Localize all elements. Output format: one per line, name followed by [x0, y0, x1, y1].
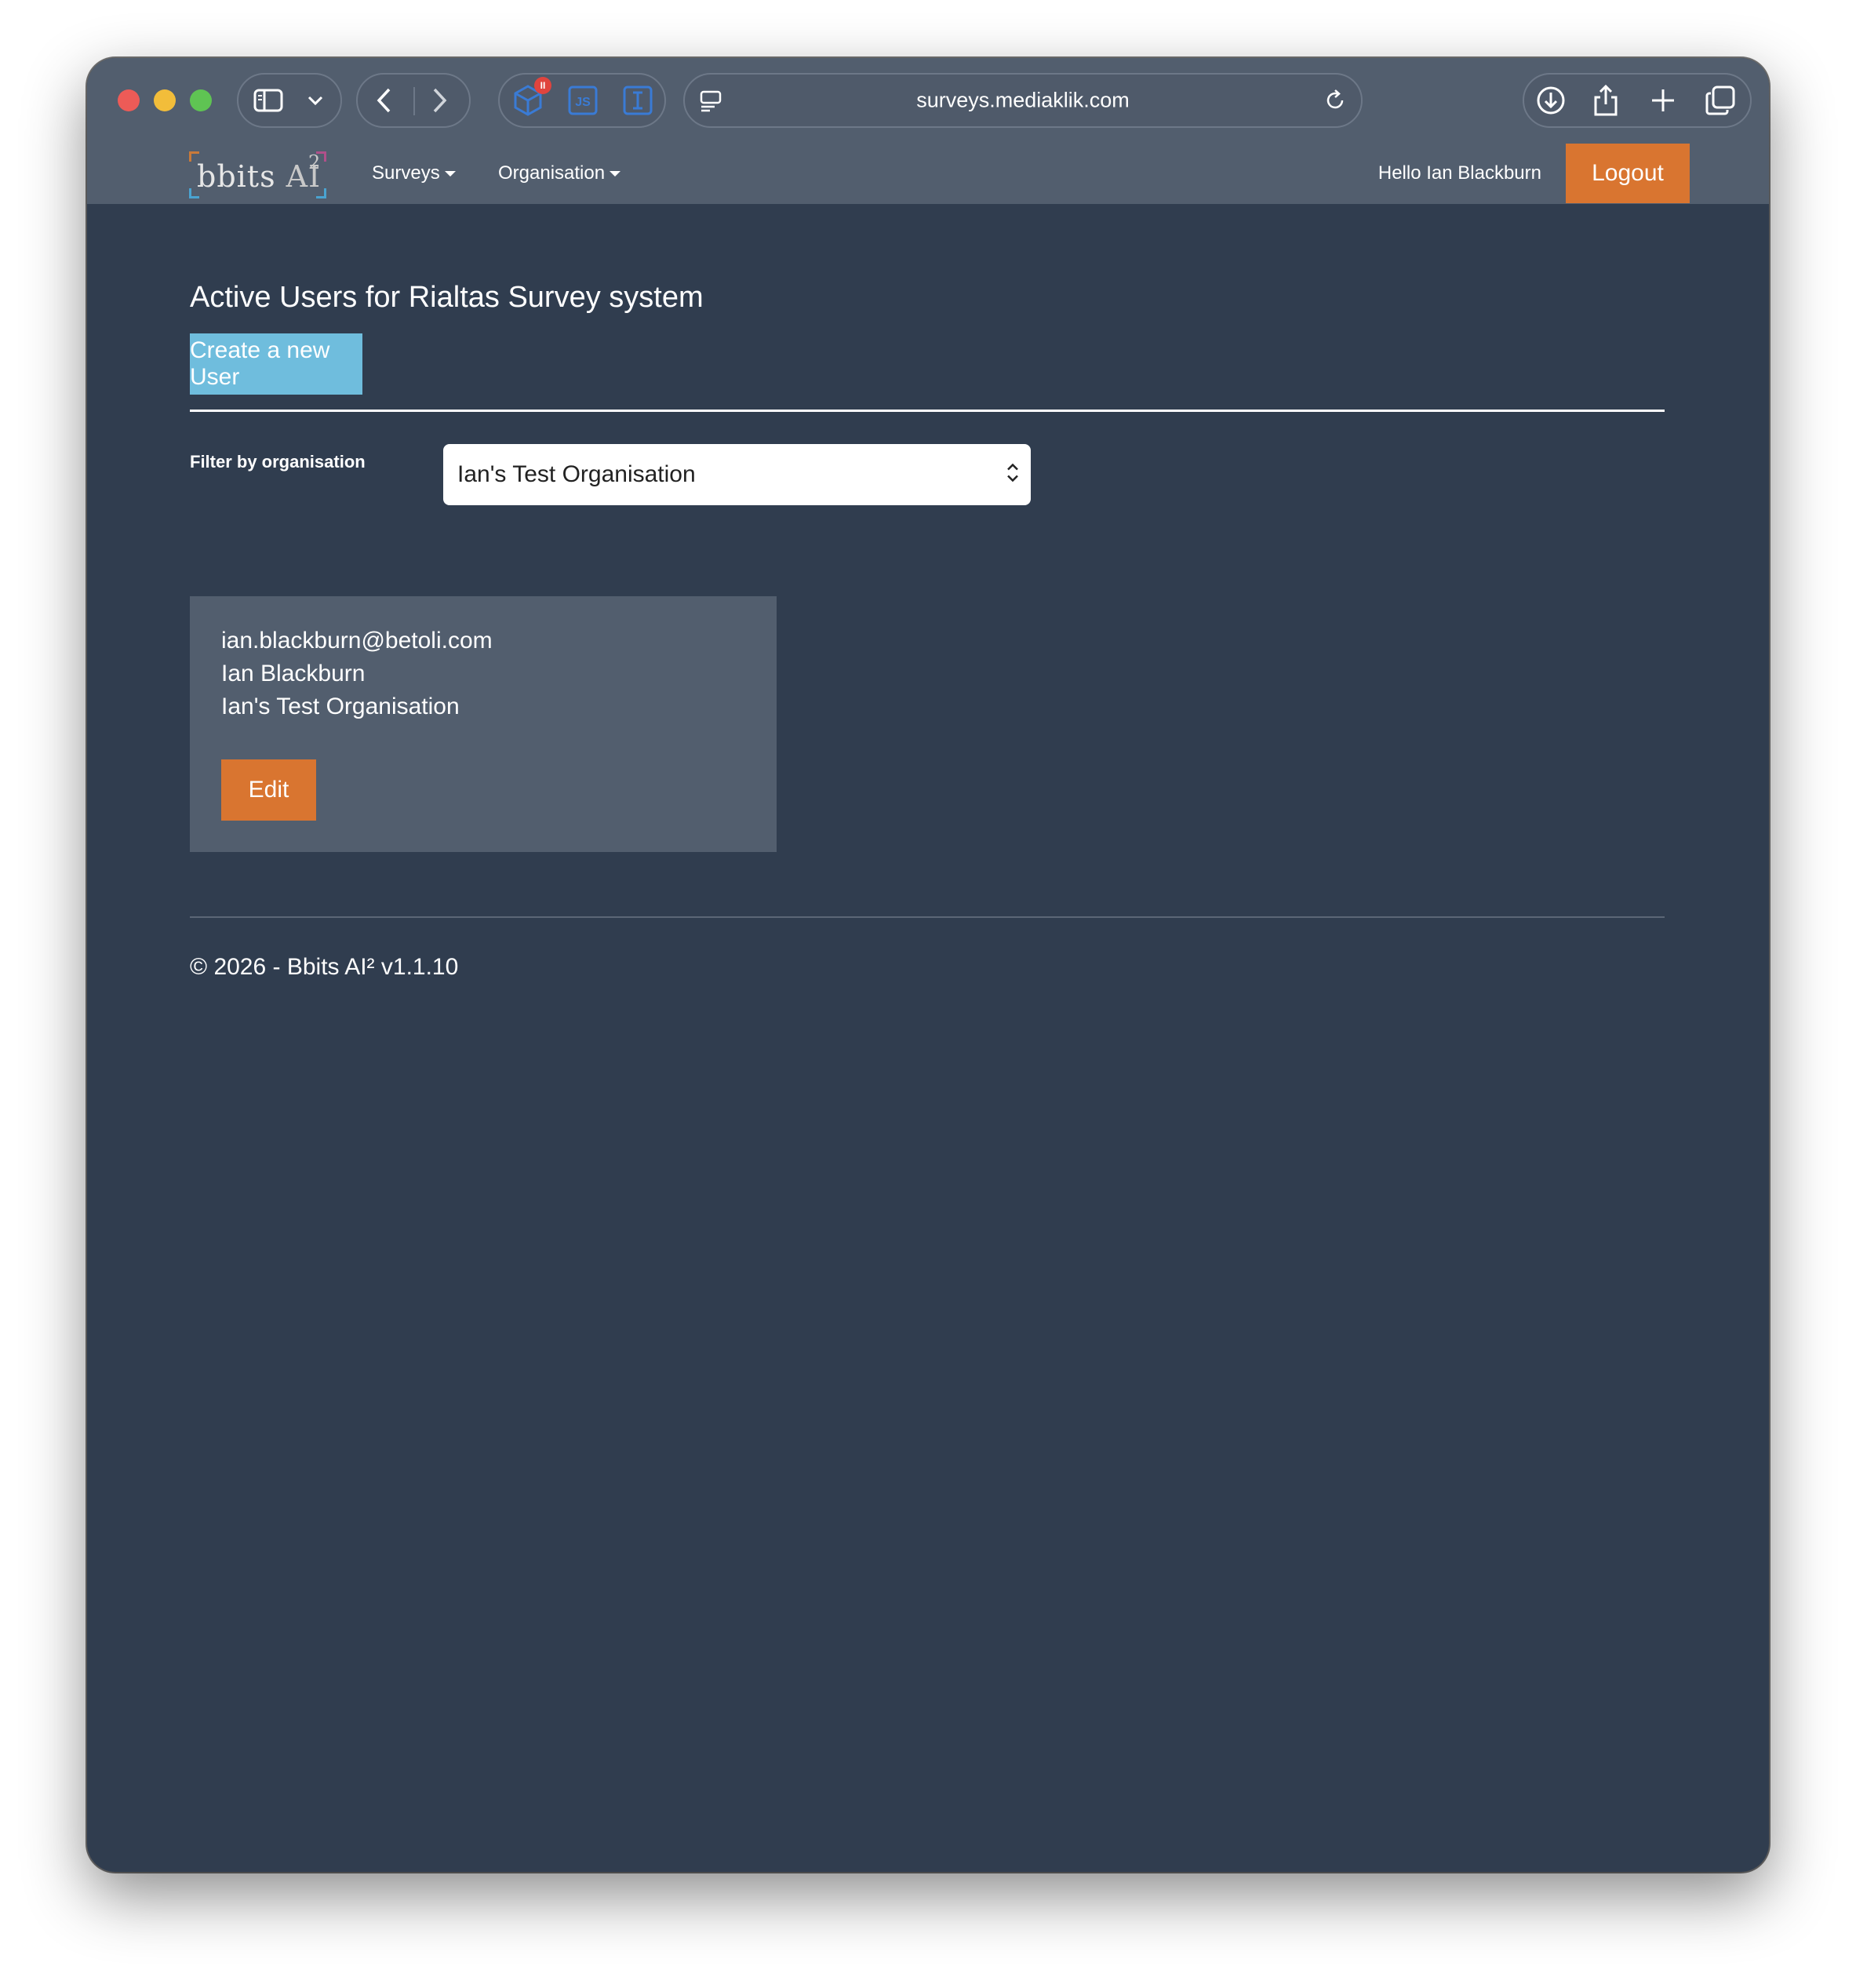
greeting-text: Hello Ian Blackburn	[1377, 162, 1541, 184]
address-bar[interactable]: surveys.mediaklik.com	[683, 73, 1363, 128]
organisation-filter-value: Ian's Test Organisation	[457, 461, 696, 487]
nav-organisation-dropdown[interactable]: Organisation	[498, 162, 621, 184]
sidebar-icon[interactable]	[253, 88, 284, 113]
user-organisation: Ian's Test Organisation	[221, 694, 460, 719]
nav-surveys-label: Surveys	[372, 162, 440, 184]
back-icon[interactable]	[375, 87, 394, 114]
minimize-window-button[interactable]	[154, 89, 176, 111]
footer-copyright: © 2026 - Bbits AI² v1.1.10	[190, 954, 459, 980]
site-navbar: bbits AI 2 Surveys Organisation Hello Ia…	[87, 142, 1769, 204]
share-icon[interactable]	[1592, 84, 1620, 117]
text-cursor-extension-icon[interactable]	[622, 85, 653, 116]
brand-text-bold: bbits	[197, 159, 276, 194]
extension-badge: II	[534, 77, 551, 94]
footer-divider	[190, 916, 1665, 918]
user-email: ian.blackburn@betoli.com	[221, 628, 493, 654]
brand-text: bbits AI	[197, 159, 321, 194]
browser-actions-group	[1523, 73, 1752, 128]
divider	[413, 87, 415, 115]
logout-button[interactable]: Logout	[1566, 144, 1690, 203]
tab-overview-icon[interactable]	[1705, 85, 1736, 116]
forward-icon[interactable]	[430, 87, 449, 114]
extensions-group: II JS	[498, 73, 666, 128]
organisation-filter-select[interactable]: Ian's Test Organisation	[443, 444, 1031, 505]
zoom-window-button[interactable]	[190, 89, 212, 111]
cube-extension-icon[interactable]: II	[511, 77, 551, 118]
reload-icon[interactable]	[1323, 89, 1347, 112]
brand-logo[interactable]: bbits AI 2	[189, 151, 326, 198]
filter-label: Filter by organisation	[190, 452, 366, 472]
js-extension-icon[interactable]: JS	[567, 85, 599, 116]
history-nav-group	[356, 73, 471, 128]
browser-window: II JS surveys.mediaklik.com bbits AI 2 S…	[87, 58, 1769, 1872]
download-icon[interactable]	[1535, 85, 1567, 116]
svg-text:JS: JS	[575, 96, 591, 109]
browser-toolbar: II JS surveys.mediaklik.com	[87, 58, 1769, 142]
url-text[interactable]: surveys.mediaklik.com	[685, 89, 1361, 113]
nav-organisation-label: Organisation	[498, 162, 606, 184]
caret-down-icon	[444, 171, 456, 177]
close-window-button[interactable]	[118, 89, 140, 111]
edit-user-button[interactable]: Edit	[221, 759, 316, 821]
nav-surveys-dropdown[interactable]: Surveys	[372, 162, 456, 184]
chevron-down-icon[interactable]	[306, 94, 325, 107]
sidebar-toggle-group	[237, 73, 342, 128]
caret-down-icon	[610, 171, 621, 177]
page-title: Active Users for Rialtas Survey system	[190, 281, 704, 314]
create-user-button[interactable]: Create a new User	[190, 333, 362, 395]
divider	[190, 410, 1665, 412]
user-card: ian.blackburn@betoli.com Ian Blackburn I…	[190, 596, 777, 852]
brand-superscript: 2	[308, 151, 321, 173]
new-tab-icon[interactable]	[1650, 87, 1676, 114]
user-name: Ian Blackburn	[221, 661, 366, 686]
select-updown-icon	[1004, 461, 1021, 489]
